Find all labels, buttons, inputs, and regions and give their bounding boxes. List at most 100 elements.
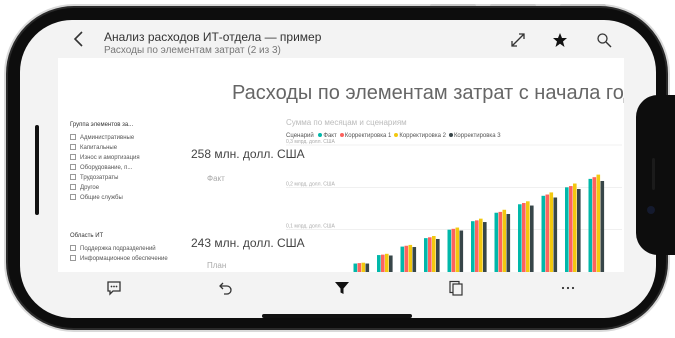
speaker-grille: [652, 158, 655, 190]
bar-1-11[interactable]: [565, 187, 569, 272]
chart-subtitle: Сумма по месяцам и сценариям: [286, 118, 407, 127]
legend-dot: [394, 133, 399, 137]
y-tick-label: 0,2 млрд. долл. США: [286, 181, 335, 187]
checkbox-icon[interactable]: [70, 164, 76, 170]
slicer-item[interactable]: Поддержка подразделений: [70, 245, 156, 252]
filter-icon[interactable]: [334, 280, 350, 299]
comment-icon[interactable]: [106, 280, 122, 299]
slicer-item-label: Капитальные: [80, 145, 118, 151]
bar-3-6[interactable]: [455, 227, 460, 272]
slicer-item-label: Общие службы: [80, 195, 123, 201]
bar-2-10[interactable]: [545, 194, 550, 272]
slicer-item[interactable]: Информационное обеспечение: [70, 255, 168, 262]
bar-1-12[interactable]: [588, 178, 593, 272]
slicer-item-label: Поддержка подразделений: [80, 246, 156, 252]
checkbox-icon[interactable]: [70, 194, 76, 200]
star-icon[interactable]: [552, 32, 568, 52]
bar-4-7[interactable]: [483, 222, 487, 272]
slicer-item-label: Информационное обеспечение: [80, 256, 168, 262]
bar-4-12[interactable]: [600, 180, 605, 272]
checkbox-icon[interactable]: [70, 144, 76, 150]
bar-3-12[interactable]: [596, 174, 601, 272]
page-subtitle: Расходы по элементам затрат (2 из 3): [104, 45, 281, 56]
camera-icon: [647, 206, 655, 214]
bar-4-8[interactable]: [506, 214, 511, 272]
bar-4-11[interactable]: [577, 189, 581, 272]
slicer-item[interactable]: Оборудование, п...: [70, 164, 132, 171]
bar-2-4[interactable]: [404, 245, 409, 272]
legend-dot: [448, 133, 453, 137]
undo-icon[interactable]: [218, 280, 234, 299]
y-tick-label: 0,3 млрд. долл. США: [286, 139, 335, 145]
bar-chart: 0,3 млрд. долл. США 0,2 млрд. долл. США 0,…: [286, 139, 622, 272]
bottom-bar: [20, 272, 636, 306]
pages-icon[interactable]: [448, 280, 464, 299]
report-canvas: Расходы по элементам затрат с начала год…: [58, 58, 624, 272]
bar-4-6[interactable]: [459, 230, 464, 272]
bar-1-8[interactable]: [494, 212, 499, 272]
bar-1-9[interactable]: [518, 204, 522, 272]
bar-2-11[interactable]: [569, 186, 573, 272]
bar-3-5[interactable]: [432, 236, 436, 272]
bar-1-4[interactable]: [400, 246, 405, 272]
more-icon[interactable]: [560, 280, 576, 299]
checkbox-icon[interactable]: [70, 255, 76, 261]
slicer-item[interactable]: Трудозатраты: [70, 174, 118, 181]
bar-2-9[interactable]: [522, 202, 526, 272]
bar-1-2[interactable]: [353, 263, 358, 272]
expand-icon[interactable]: [510, 32, 526, 52]
bar-3-10[interactable]: [549, 192, 554, 272]
bar-1-5[interactable]: [424, 238, 428, 272]
kpi-actual-label: Факт: [207, 174, 225, 183]
bar-3-7[interactable]: [479, 218, 483, 272]
bar-1-10[interactable]: [541, 195, 546, 272]
bar-4-9[interactable]: [530, 205, 534, 272]
slicer-item[interactable]: Износ и амортизация: [70, 154, 140, 161]
y-tick-label: 0,1 млрд. долл. США: [286, 224, 335, 230]
bar-2-8[interactable]: [498, 211, 503, 272]
bar-3-9[interactable]: [526, 201, 530, 272]
slicer-item[interactable]: Административные: [70, 134, 134, 141]
checkbox-icon[interactable]: [70, 184, 76, 190]
search-icon[interactable]: [596, 32, 612, 52]
bar-2-2[interactable]: [357, 263, 362, 272]
bar-3-8[interactable]: [502, 209, 507, 272]
slicer-item[interactable]: Капитальные: [70, 144, 117, 151]
slicer-item-label: Износ и амортизация: [80, 155, 140, 161]
slicer-item[interactable]: Общие службы: [70, 194, 123, 201]
bar-3-2[interactable]: [361, 262, 366, 272]
legend-dot: [318, 133, 323, 137]
report-title: Расходы по элементам затрат с начала год…: [232, 82, 624, 104]
bar-4-3[interactable]: [389, 255, 393, 272]
kpi-plan-label: План: [207, 261, 227, 270]
slicer-item-label: Другое: [80, 185, 100, 191]
bar-1-6[interactable]: [447, 229, 452, 272]
bar-3-11[interactable]: [573, 183, 577, 272]
checkbox-icon[interactable]: [70, 154, 76, 160]
checkbox-icon[interactable]: [70, 134, 76, 140]
bar-2-7[interactable]: [475, 220, 479, 272]
bar-2-12[interactable]: [592, 177, 597, 272]
slicer-item-label: Трудозатраты: [80, 175, 119, 181]
bar-1-3[interactable]: [377, 255, 381, 272]
bar-4-5[interactable]: [436, 238, 440, 272]
bar-2-5[interactable]: [428, 237, 432, 272]
bar-3-4[interactable]: [408, 244, 413, 272]
bar-4-2[interactable]: [365, 263, 370, 272]
back-icon[interactable]: [72, 30, 92, 54]
slicer-item-label: Административные: [80, 135, 135, 141]
bar-3-3[interactable]: [385, 253, 389, 272]
bar-4-4[interactable]: [412, 247, 417, 272]
slicer-item-label: Оборудование, п...: [80, 165, 133, 171]
top-bar: Анализ расходов ИТ-отдела — пример Расхо…: [20, 20, 636, 60]
bar-4-10[interactable]: [553, 197, 558, 272]
bar-2-3[interactable]: [381, 254, 385, 272]
phone-side-edge: [35, 125, 39, 215]
checkbox-icon[interactable]: [70, 245, 76, 251]
slicer-item[interactable]: Другое: [70, 184, 99, 191]
bar-2-6[interactable]: [451, 228, 456, 272]
home-indicator[interactable]: [262, 314, 412, 318]
checkbox-icon[interactable]: [70, 174, 76, 180]
slicer-it-area-title: Область ИТ: [70, 233, 104, 239]
bar-1-7[interactable]: [471, 221, 475, 272]
